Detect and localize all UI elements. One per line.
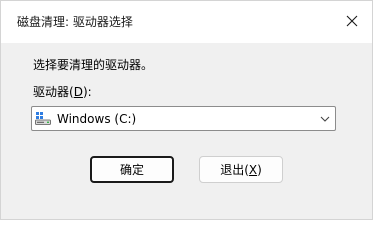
drive-icon xyxy=(35,112,51,125)
exit-button[interactable]: 退出(X) xyxy=(199,156,283,183)
ok-button-label: 确定 xyxy=(119,163,144,177)
chevron-down-icon xyxy=(320,116,330,122)
instruction-text: 选择要清理的驱动器。 xyxy=(33,58,154,72)
close-button[interactable] xyxy=(338,7,366,35)
drive-select[interactable]: Windows (C:) xyxy=(31,106,336,131)
disk-cleanup-dialog: 磁盘清理: 驱动器选择 选择要清理的驱动器。 驱动器(D): Windows (… xyxy=(0,0,373,220)
ok-button[interactable]: 确定 xyxy=(90,156,174,183)
window-title: 磁盘清理: 驱动器选择 xyxy=(17,15,133,29)
drive-label: 驱动器(D): xyxy=(33,83,92,100)
exit-button-accelerator: X xyxy=(248,162,258,177)
exit-button-label: 退出( xyxy=(220,163,249,177)
title-bar: 磁盘清理: 驱动器选择 xyxy=(1,1,372,43)
close-icon xyxy=(346,15,358,27)
drive-label-suffix: ): xyxy=(82,85,92,99)
drive-label-text: 驱动器( xyxy=(33,85,74,99)
drive-select-value: Windows (C:) xyxy=(57,112,137,126)
drive-label-accelerator: D xyxy=(73,85,83,99)
exit-button-suffix: ) xyxy=(257,162,262,177)
